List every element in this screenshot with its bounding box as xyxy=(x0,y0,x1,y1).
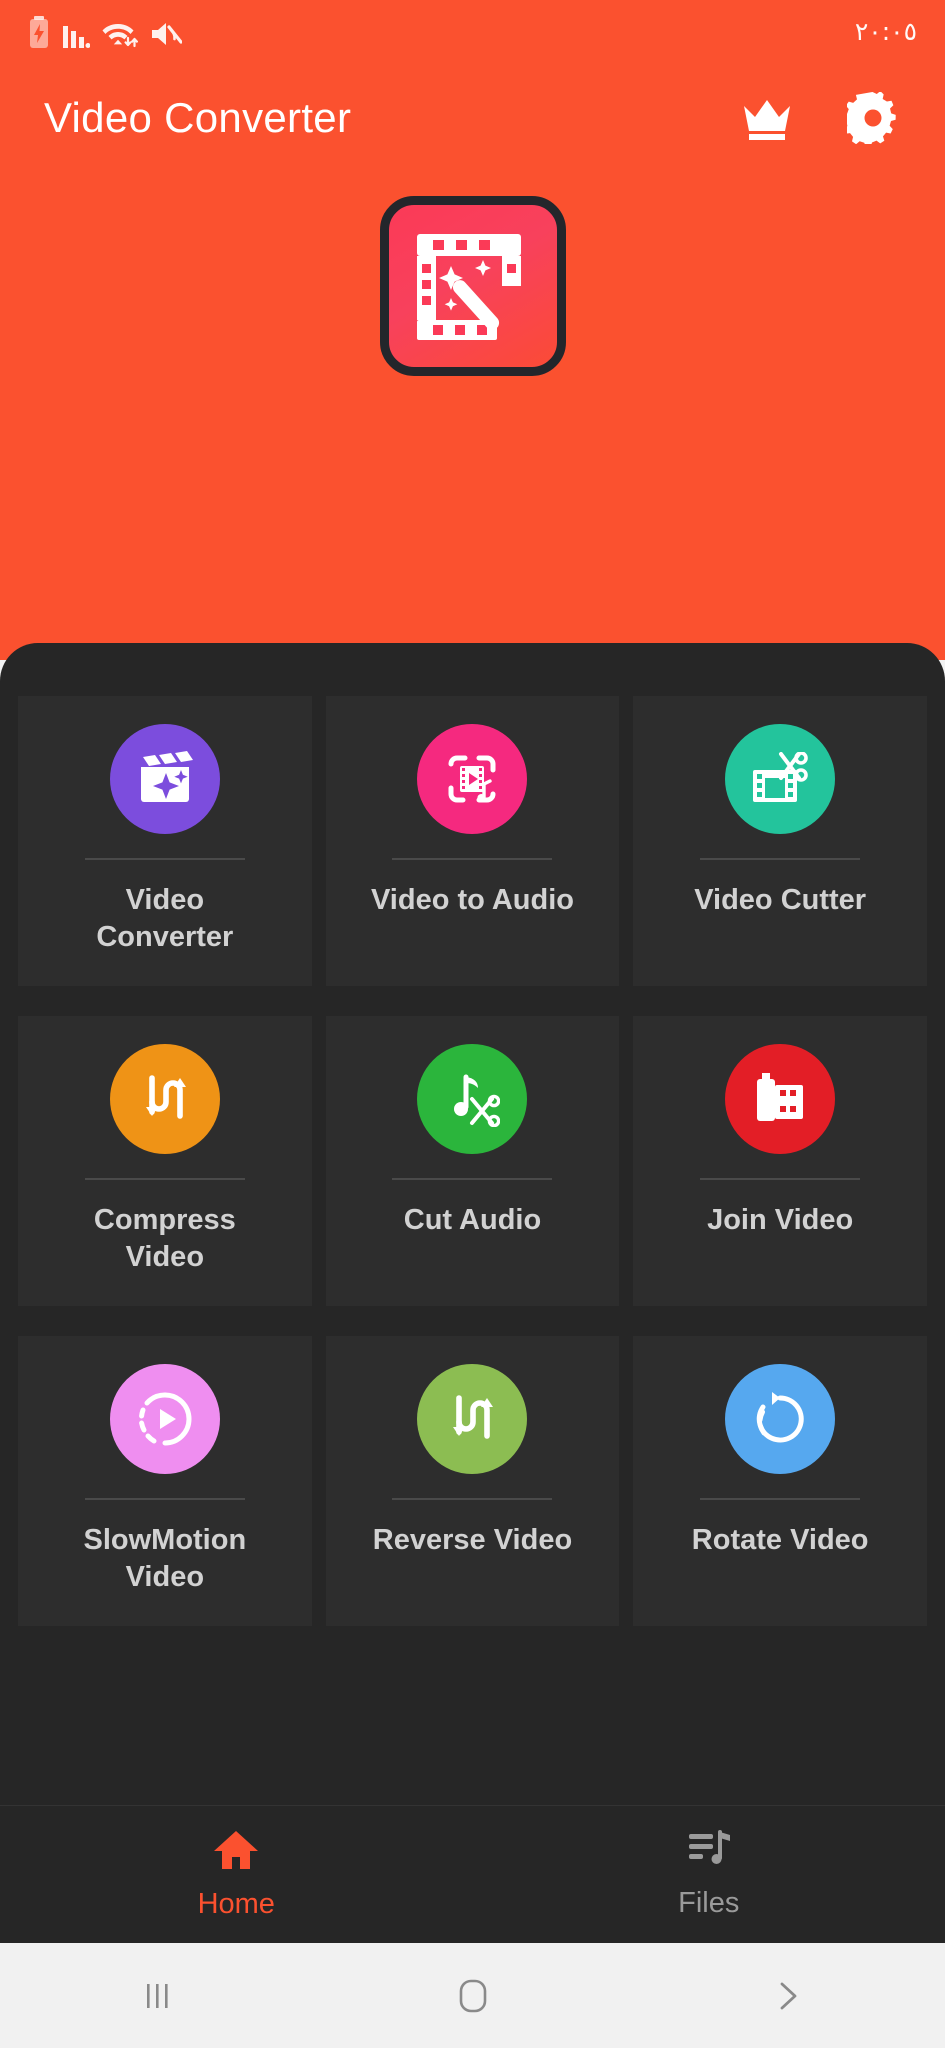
film-strip-magic-wand-icon xyxy=(416,234,521,340)
tool-card-reverse-video[interactable]: Reverse Video xyxy=(325,1336,620,1626)
tab-files-label: Files xyxy=(678,1886,740,1919)
tool-card-label: Video to Audio xyxy=(370,884,574,916)
tool-card-video-cutter[interactable]: Video Cutter xyxy=(633,696,927,986)
tool-card-video-converter[interactable]: Video Converter xyxy=(18,696,312,986)
slow-motion-play-icon xyxy=(109,1364,220,1474)
tab-files[interactable]: Files xyxy=(473,1806,945,1943)
status-bar: ٢٠:٠٥ xyxy=(0,0,945,62)
rotate-arrow-icon xyxy=(725,1364,836,1474)
tool-card-cut-audio[interactable]: Cut Audio xyxy=(325,1016,620,1306)
app-header: ٢٠:٠٥ Video Converter xyxy=(0,0,945,660)
tool-card-join-video[interactable]: Join Video xyxy=(633,1016,927,1306)
card-divider xyxy=(392,1178,553,1180)
settings-button[interactable] xyxy=(845,90,901,146)
card-divider xyxy=(700,1498,861,1500)
tab-home-label: Home xyxy=(197,1887,275,1920)
mute-icon xyxy=(150,20,182,48)
app-logo-icon xyxy=(379,196,566,376)
app-bar-actions xyxy=(739,90,901,146)
tool-card-video-to-audio[interactable]: Video to Audio xyxy=(325,696,620,986)
film-scissors-icon xyxy=(725,724,836,834)
bottom-tab-bar: Home Files xyxy=(0,1805,945,1943)
tools-grid: Video Converter Video to Audio Video Cut… xyxy=(18,696,927,1626)
signal-bars-icon xyxy=(62,20,90,48)
tool-card-slowmotion-video[interactable]: SlowMotion Video xyxy=(18,1336,312,1626)
tool-card-label: Video Converter xyxy=(96,884,234,954)
tool-card-label: Compress Video xyxy=(93,1204,236,1274)
tool-card-label: SlowMotion Video xyxy=(83,1524,247,1594)
app-bar: Video Converter xyxy=(0,72,945,164)
tool-card-label: Join Video xyxy=(707,1204,854,1236)
tool-card-rotate-video[interactable]: Rotate Video xyxy=(633,1336,927,1626)
card-divider xyxy=(84,1498,245,1500)
status-bar-icons xyxy=(28,14,182,48)
video-to-music-icon xyxy=(417,724,528,834)
back-button[interactable] xyxy=(728,1961,848,2031)
tab-home[interactable]: Home xyxy=(0,1806,473,1943)
tool-card-compress-video[interactable]: Compress Video xyxy=(18,1016,312,1306)
system-navigation-bar xyxy=(0,1943,945,2048)
card-divider xyxy=(700,1178,861,1180)
home-icon xyxy=(213,1829,259,1876)
crown-premium-button[interactable] xyxy=(739,90,795,146)
tool-card-label: Reverse Video xyxy=(372,1524,573,1556)
hero-logo xyxy=(0,196,945,376)
card-divider xyxy=(84,858,245,860)
tool-card-label: Rotate Video xyxy=(691,1524,869,1556)
card-divider xyxy=(392,858,553,860)
reverse-arrows-icon xyxy=(417,1364,528,1474)
tools-panel: Video Converter Video to Audio Video Cut… xyxy=(0,643,945,1885)
compress-arrows-icon xyxy=(109,1044,220,1154)
card-divider xyxy=(392,1498,553,1500)
tool-card-label: Cut Audio xyxy=(403,1204,542,1236)
music-scissors-icon xyxy=(417,1044,528,1154)
status-bar-clock: ٢٠:٠٥ xyxy=(854,16,917,46)
card-divider xyxy=(84,1178,245,1180)
files-music-icon xyxy=(687,1829,731,1875)
film-canister-icon xyxy=(725,1044,836,1154)
page-title: Video Converter xyxy=(44,94,352,141)
wifi-data-icon xyxy=(102,18,138,48)
home-button[interactable] xyxy=(413,1961,533,2031)
recents-button[interactable] xyxy=(98,1961,218,2031)
card-divider xyxy=(700,858,861,860)
battery-charging-icon xyxy=(28,16,50,48)
clapperboard-sparkle-icon xyxy=(109,724,220,834)
tool-card-label: Video Cutter xyxy=(694,884,867,916)
